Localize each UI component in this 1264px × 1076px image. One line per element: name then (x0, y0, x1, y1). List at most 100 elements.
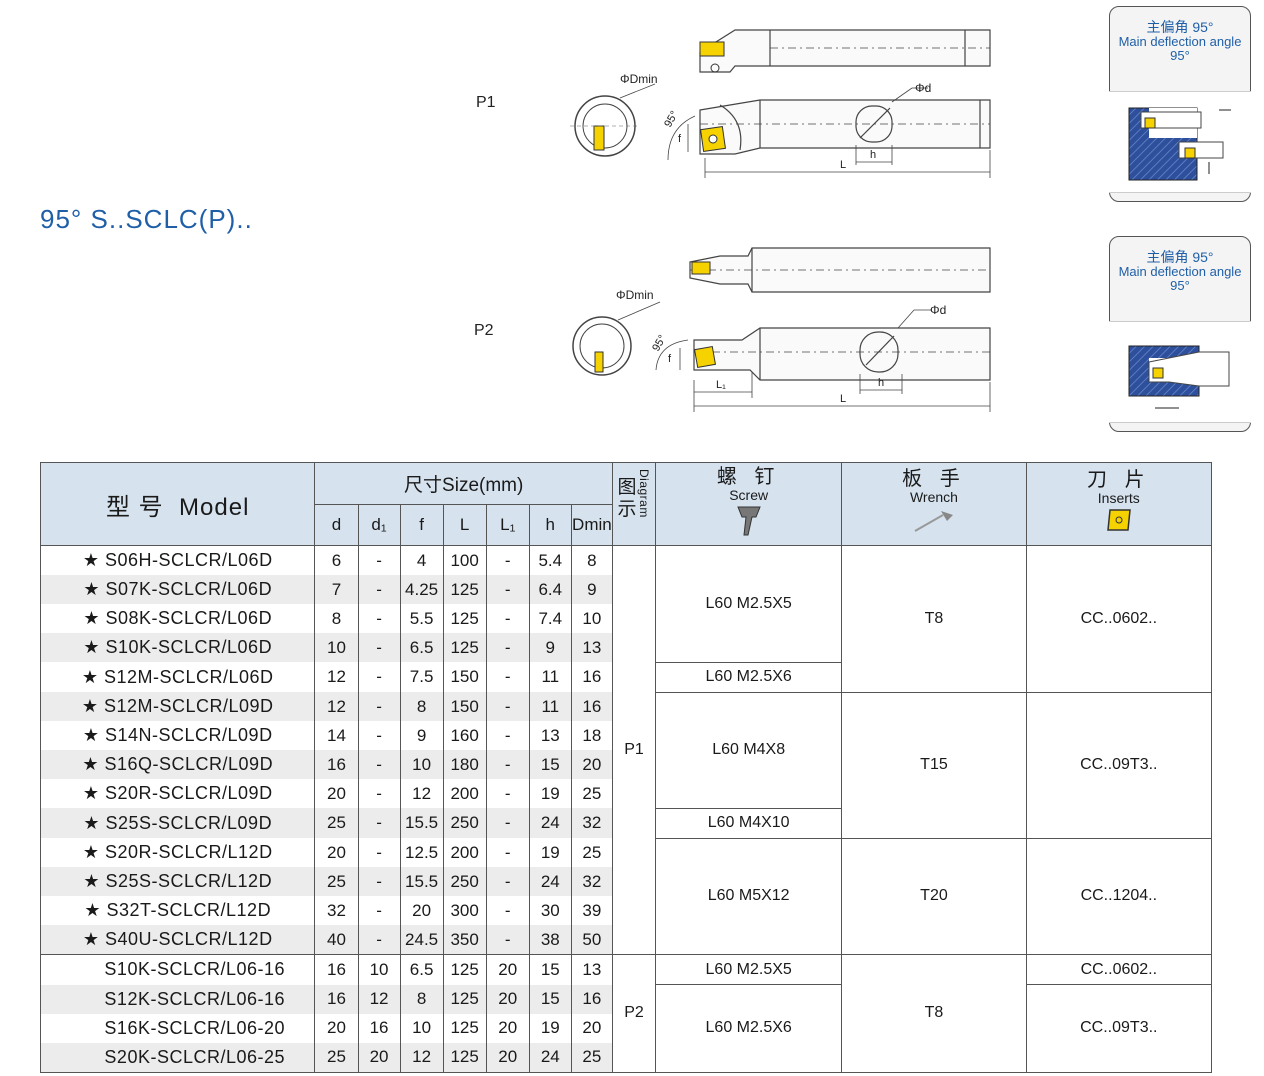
f-cell: 8 (399, 692, 444, 721)
dmin-cell: 20 (570, 750, 613, 779)
insert-cell: CC..0602.. (1025, 954, 1213, 985)
insert-cell: CC..09T3.. (1025, 691, 1213, 839)
dmin-cell: 9 (570, 575, 613, 604)
col-d: d (314, 504, 359, 546)
wrench-cell: T15 (841, 691, 1027, 839)
dmin-cell: 25 (570, 838, 613, 867)
d-cell: 16 (314, 954, 359, 985)
l1-cell: 20 (485, 984, 530, 1014)
h-cell: 30 (528, 896, 572, 925)
info-box-en: Main deflection angle 95° (1118, 34, 1242, 63)
d1-cell: - (357, 779, 401, 808)
info-box-cn: 主偏角 95° (1146, 19, 1214, 35)
col-dmin: Dmin (570, 504, 613, 546)
d1-cell: - (357, 662, 401, 692)
l-cell: 125 (442, 575, 487, 604)
l-cell: 200 (442, 838, 487, 867)
f-cell: 6.5 (399, 954, 444, 985)
screw-cell: L60 M4X10 (655, 807, 843, 839)
l-cell: 100 (442, 545, 487, 575)
header-inserts-cn: 刀 片 (1087, 468, 1151, 491)
p1-h-label: h (870, 149, 876, 161)
d-cell: 16 (314, 984, 359, 1014)
diagram-cell: P2 (611, 954, 657, 1073)
screw-cell: L60 M5X12 (655, 837, 843, 955)
table-row: ★ S06H-SCLCR/L06D 6 - 4 100 - 5.4 8 P1 L… (39, 545, 1213, 955)
h-cell: 19 (528, 838, 572, 867)
header-model-en: Model (179, 493, 250, 521)
model-cell: ★ S20R-SCLCR/L09D (39, 779, 316, 808)
f-cell: 15.5 (399, 867, 444, 896)
f-cell: 8 (399, 984, 444, 1014)
d-cell: 25 (314, 867, 359, 896)
h-cell: 6.4 (528, 575, 572, 604)
insert-cell: CC..0602.. (1025, 545, 1213, 693)
l1-cell: - (485, 633, 530, 662)
p1-angle-label: 95° (662, 109, 681, 129)
p2-angle-label: 95° (650, 333, 669, 353)
d1-cell: - (357, 633, 401, 662)
h-cell: 24 (528, 808, 572, 838)
l-cell: 125 (442, 633, 487, 662)
diagram-label-p2: P2 (474, 322, 494, 339)
model-cell: ★ S16Q-SCLCR/L09D (39, 750, 316, 779)
col-f: f (399, 504, 444, 546)
h-cell: 15 (528, 954, 572, 985)
l1-cell: - (485, 808, 530, 838)
d1-cell: 12 (357, 984, 401, 1014)
dmin-cell: 25 (570, 779, 613, 808)
d1-cell: - (357, 575, 401, 604)
f-cell: 24.5 (399, 925, 444, 955)
p2-l1-label: L₁ (716, 379, 726, 391)
f-cell: 20 (399, 896, 444, 925)
d1-cell: - (357, 838, 401, 867)
l-cell: 125 (442, 604, 487, 633)
l-cell: 150 (442, 692, 487, 721)
l1-cell: 20 (485, 1042, 530, 1073)
h-cell: 38 (528, 925, 572, 955)
d-cell: 12 (314, 662, 359, 692)
diagram-cell: P1 (611, 545, 657, 955)
l1-cell: - (485, 867, 530, 896)
l-cell: 150 (442, 662, 487, 692)
p2-h-label: h (878, 377, 884, 389)
header-wrench: 板 手 Wrench (841, 462, 1027, 546)
dmin-cell: 39 (570, 896, 613, 925)
f-cell: 6.5 (399, 633, 444, 662)
dmin-cell: 16 (570, 662, 613, 692)
dmin-cell: 16 (570, 692, 613, 721)
d-cell: 10 (314, 633, 359, 662)
d1-cell: - (357, 545, 401, 575)
dmin-cell: 10 (570, 604, 613, 633)
h-cell: 13 (528, 721, 572, 750)
p1-f-label: f (678, 133, 682, 145)
f-cell: 9 (399, 721, 444, 750)
h-cell: 19 (528, 779, 572, 808)
info-box-p2: 主偏角 95° Main deflection angle 95° (1109, 236, 1251, 432)
wrench-cell: T20 (841, 837, 1027, 955)
d-cell: 25 (314, 1042, 359, 1073)
model-cell: ★ S12M-SCLCR/L06D (39, 662, 316, 692)
dmin-cell: 8 (570, 545, 613, 575)
screw-cell: L60 M4X8 (655, 691, 843, 809)
header-diagram-en: Diagram (636, 469, 651, 518)
col-d1: d₁ (357, 504, 401, 546)
screw-cell: L60 M2.5X6 (655, 984, 843, 1073)
d1-cell: - (357, 750, 401, 779)
p2-f-label: f (668, 353, 672, 365)
l1-cell: - (485, 750, 530, 779)
p1-drawing: ΦDmin Φd 95° f h L (570, 29, 991, 178)
model-cell: S20K-SCLCR/L06-25 (39, 1042, 316, 1073)
l1-cell: 20 (485, 954, 530, 985)
l1-cell: - (485, 662, 530, 692)
f-cell: 12 (399, 779, 444, 808)
d1-cell: - (357, 808, 401, 838)
d-cell: 14 (314, 721, 359, 750)
d1-cell: - (357, 721, 401, 750)
header-inserts: 刀 片 Inserts (1025, 462, 1213, 546)
screw-cell: L60 M2.5X6 (655, 661, 843, 693)
h-cell: 24 (528, 867, 572, 896)
l1-cell: - (485, 896, 530, 925)
f-cell: 10 (399, 750, 444, 779)
col-l: L (442, 504, 487, 546)
